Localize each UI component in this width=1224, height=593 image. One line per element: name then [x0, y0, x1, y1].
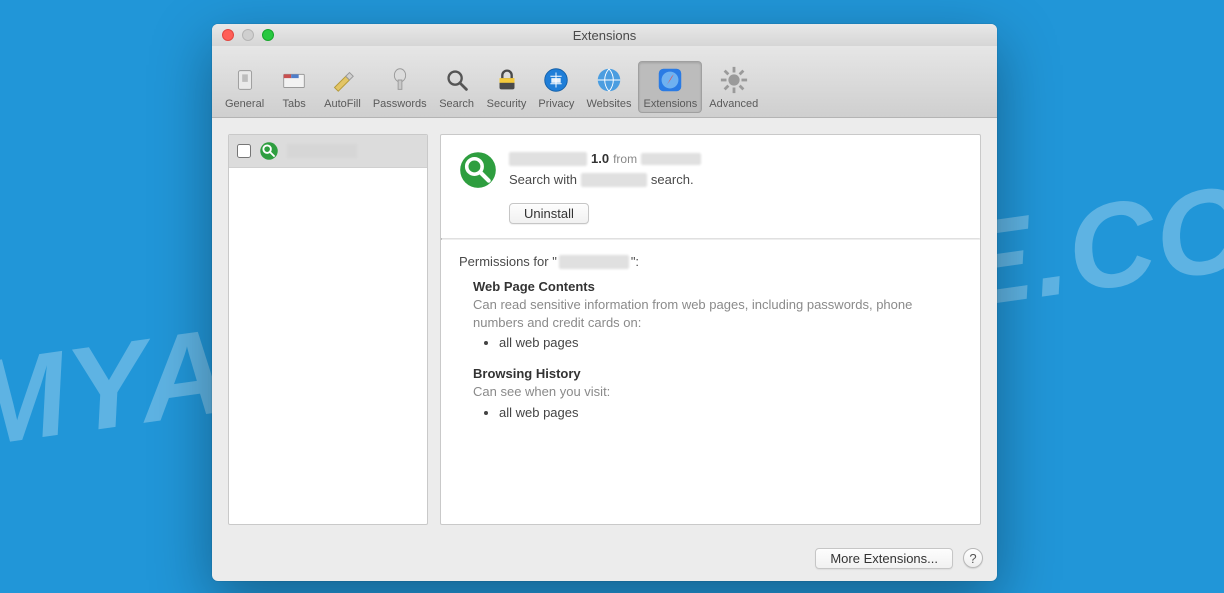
permissions-title: Permissions for " ": [459, 254, 962, 269]
websites-icon [593, 64, 625, 96]
titlebar: Extensions [212, 24, 997, 46]
tab-extensions[interactable]: Extensions [638, 61, 702, 113]
extension-description: Search with search. [509, 172, 701, 187]
tab-label: General [225, 98, 264, 110]
more-extensions-button[interactable]: More Extensions... [815, 548, 953, 569]
security-icon [491, 64, 523, 96]
tab-websites[interactable]: Websites [581, 61, 636, 113]
window-footer: More Extensions... ? [212, 541, 997, 581]
tab-label: Advanced [709, 98, 758, 110]
tab-label: Extensions [643, 98, 697, 110]
help-button[interactable]: ? [963, 548, 983, 568]
tab-tabs[interactable]: Tabs [271, 61, 317, 113]
perm-name-redacted [559, 255, 629, 269]
search-icon [441, 64, 473, 96]
extension-version: 1.0 [591, 151, 609, 166]
tab-label: Tabs [283, 98, 306, 110]
tabs-icon [278, 64, 310, 96]
tab-advanced[interactable]: Advanced [704, 61, 763, 113]
extension-name-redacted [287, 144, 357, 158]
tab-label: Search [439, 98, 474, 110]
content-area: 1.0 from Search with search. Uninstall [212, 118, 997, 541]
extension-name-redacted [509, 152, 587, 166]
perm-list: all web pages [499, 335, 962, 350]
perm-list: all web pages [499, 405, 962, 420]
extension-developer-redacted [641, 153, 701, 165]
tab-label: Passwords [373, 98, 427, 110]
perm-list-item: all web pages [499, 335, 962, 350]
extension-title-row: 1.0 from [509, 151, 701, 166]
perm-section-desc: Can see when you visit: [473, 383, 962, 401]
extensions-sidebar [228, 134, 428, 525]
autofill-icon [326, 64, 358, 96]
from-label: from [613, 152, 637, 166]
extension-enable-checkbox[interactable] [237, 144, 251, 158]
perm-suffix: ": [631, 254, 639, 269]
tab-security[interactable]: Security [482, 61, 532, 113]
privacy-icon [540, 64, 572, 96]
desc-suffix: search. [651, 172, 694, 187]
tab-label: Privacy [538, 98, 574, 110]
tab-label: Websites [586, 98, 631, 110]
detail-header-section: 1.0 from Search with search. Uninstall [441, 135, 980, 238]
perm-prefix: Permissions for " [459, 254, 557, 269]
extension-detail-panel: 1.0 from Search with search. Uninstall [440, 134, 981, 525]
perm-section-desc: Can read sensitive information from web … [473, 296, 962, 331]
window-title: Extensions [212, 28, 997, 43]
permissions-section: Permissions for " ": Web Page Contents C… [441, 240, 980, 436]
passwords-icon [384, 64, 416, 96]
tab-privacy[interactable]: Privacy [533, 61, 579, 113]
general-icon [229, 64, 261, 96]
tab-label: Security [487, 98, 527, 110]
tab-search[interactable]: Search [434, 61, 480, 113]
perm-list-item: all web pages [499, 405, 962, 420]
extensions-icon [654, 64, 686, 96]
desc-prefix: Search with [509, 172, 577, 187]
desc-name-redacted [581, 173, 647, 187]
uninstall-button[interactable]: Uninstall [509, 203, 589, 224]
perm-section-title: Browsing History [473, 366, 962, 381]
advanced-icon [718, 64, 750, 96]
tab-label: AutoFill [324, 98, 361, 110]
preferences-window: Extensions General Tabs AutoFill [212, 24, 997, 581]
perm-section-title: Web Page Contents [473, 279, 962, 294]
extension-item-icon [259, 141, 279, 161]
extension-list-item[interactable] [229, 135, 427, 168]
tab-autofill[interactable]: AutoFill [319, 61, 366, 113]
tab-general[interactable]: General [220, 61, 269, 113]
toolbar: General Tabs AutoFill Passwords [212, 46, 997, 118]
tab-passwords[interactable]: Passwords [368, 61, 432, 113]
extension-detail-icon [459, 151, 497, 189]
